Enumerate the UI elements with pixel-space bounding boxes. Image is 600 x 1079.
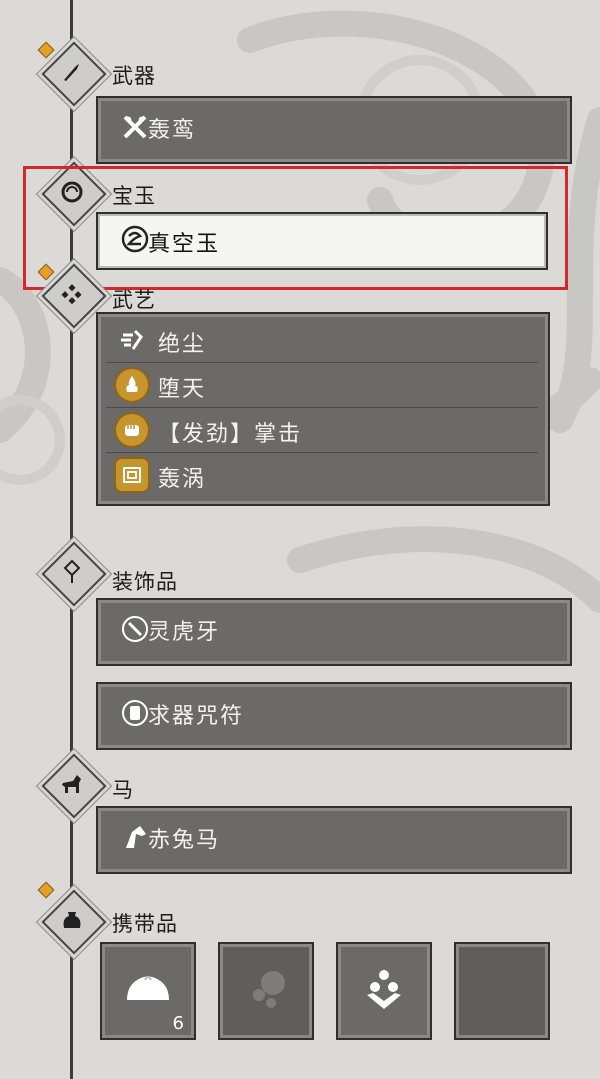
skill-label: 轰涡	[158, 467, 207, 492]
crossed-axe-icon	[120, 112, 150, 142]
item-count: 6	[172, 1013, 184, 1034]
section-title-horse: 马	[112, 778, 134, 802]
dash-figure-icon	[116, 324, 148, 356]
new-indicator-pip	[37, 881, 55, 899]
fang-icon	[120, 614, 150, 644]
carry-item-slot[interactable]	[218, 942, 314, 1040]
bun-icon	[122, 964, 174, 1016]
talisman-icon	[120, 698, 150, 728]
accessory-label: 灵虎牙	[148, 620, 221, 645]
skill-label: 堕天	[158, 377, 207, 402]
horse-label: 赤兔马	[148, 828, 221, 853]
weapon-label: 轰鸾	[148, 118, 197, 143]
weapon-slot[interactable]: 轰鸾	[96, 96, 572, 164]
skill-row[interactable]: 绝尘	[106, 318, 538, 363]
carry-item-slot[interactable]	[454, 942, 550, 1040]
skill-row[interactable]: 轰涡	[106, 453, 538, 497]
selection-highlight	[23, 166, 568, 290]
fist-icon	[116, 414, 148, 446]
diamond-cluster-icon	[50, 272, 94, 316]
pouch-icon	[240, 964, 292, 1016]
ornament-icon	[50, 550, 94, 594]
accessory-slot-2[interactable]: 求器咒符	[96, 682, 572, 750]
horse-head-icon	[120, 822, 150, 852]
skill-row[interactable]: 堕天	[106, 363, 538, 408]
beads-icon	[358, 964, 410, 1016]
carry-item-slot[interactable]	[336, 942, 432, 1040]
martial-skill-panel: 绝尘 堕天 【发劲】掌击 轰涡	[96, 312, 550, 506]
horse-icon	[50, 762, 94, 806]
carry-item-slot[interactable]: 6	[100, 942, 196, 1040]
horse-slot[interactable]: 赤兔马	[96, 806, 572, 874]
accessory-slot-1[interactable]: 灵虎牙	[96, 598, 572, 666]
skill-label: 【发劲】掌击	[158, 422, 303, 447]
accessory-label: 求器咒符	[148, 704, 245, 729]
vortex-square-icon	[116, 459, 148, 491]
section-title-martial: 武艺	[112, 288, 156, 312]
empty-slot-icon	[476, 964, 528, 1016]
section-title-accessory: 装饰品	[112, 570, 178, 594]
blade-icon	[50, 50, 94, 94]
flame-icon	[116, 369, 148, 401]
skill-label: 绝尘	[158, 332, 207, 357]
section-title-weapon: 武器	[112, 64, 156, 88]
section-title-carry: 携带品	[112, 912, 178, 936]
pouch-icon	[50, 898, 94, 942]
skill-row[interactable]: 【发劲】掌击	[106, 408, 538, 453]
